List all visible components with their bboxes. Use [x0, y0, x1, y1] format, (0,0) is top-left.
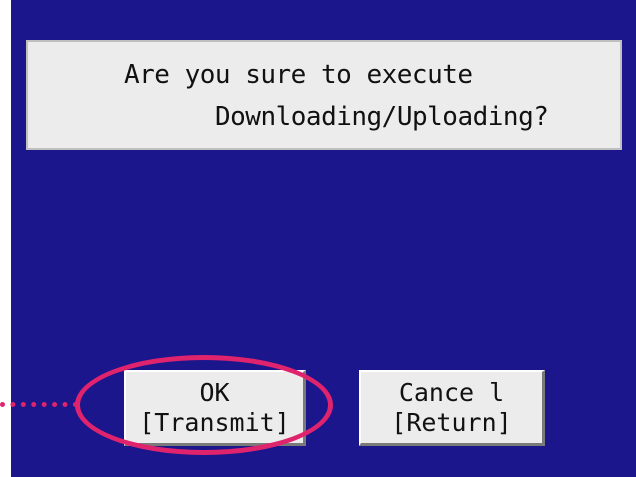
- transmit-button-sublabel: [Transmit]: [139, 408, 290, 437]
- return-button-sublabel: [Return]: [391, 408, 512, 437]
- confirmation-message-panel: Are you sure to execute Downloading/Uplo…: [26, 40, 622, 150]
- hmi-screen: Are you sure to execute Downloading/Uplo…: [11, 0, 636, 477]
- confirmation-message-line-2: Downloading/Uploading?: [215, 102, 549, 132]
- cancel-button-label: Cance l: [398, 378, 505, 407]
- confirmation-message-line-1: Are you sure to execute: [124, 60, 473, 90]
- cancel-return-button[interactable]: Cance l [Return]: [359, 370, 545, 446]
- ok-button-label: OK: [199, 378, 230, 407]
- ok-transmit-button[interactable]: OK [Transmit]: [124, 370, 306, 446]
